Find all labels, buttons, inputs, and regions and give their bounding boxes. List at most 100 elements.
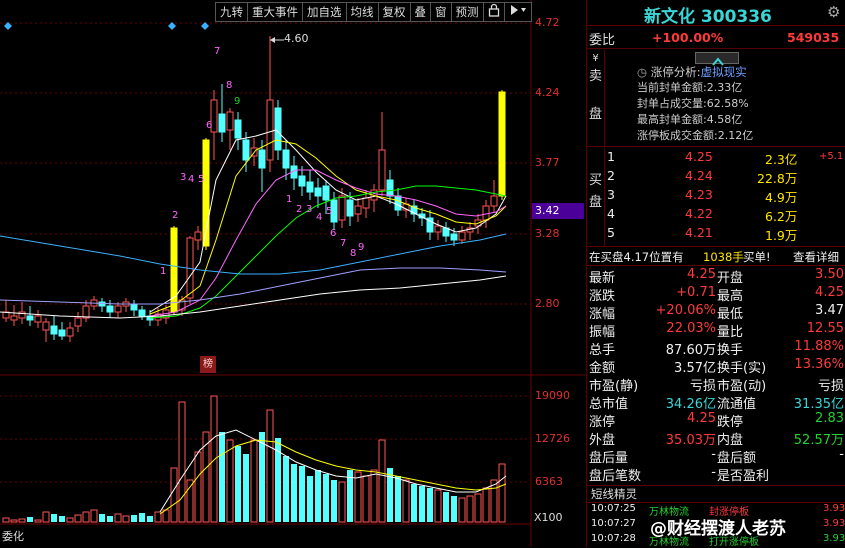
volume-bar — [42, 511, 50, 523]
buy-row-3[interactable]: 3 4.23 4.9万 — [607, 186, 845, 205]
volume-tick-1: 19090 — [535, 389, 570, 402]
candle-body — [274, 107, 282, 151]
volume-bar — [107, 516, 113, 522]
candle-body — [354, 205, 362, 215]
chart-toolbar: 九转 重大事件 加自选 均线 复权 叠 窗 预测 — [215, 2, 532, 22]
stat-label: 跌停 — [717, 415, 744, 430]
stat-row: 涨停 4.25 跌停 2.83 — [587, 411, 845, 430]
buy-side: 买 盘 1 4.25 2.3亿 +5.1 2 4.24 22.8万 3 4.23… — [587, 148, 845, 247]
stat-value: 亏损 — [817, 379, 844, 394]
volume-bar — [427, 488, 433, 522]
price-tick-3: 3.77 — [535, 156, 560, 169]
candle-body — [74, 317, 82, 327]
volume-bar — [331, 480, 337, 522]
buy-row-5[interactable]: 5 4.21 1.9万 — [607, 224, 845, 243]
buy-label-1: 买 — [588, 173, 602, 188]
volume-tick-2: 12726 — [535, 432, 570, 445]
volume-bar — [338, 481, 346, 523]
play-icon[interactable] — [505, 3, 531, 21]
stat-value: - — [711, 447, 716, 462]
toolbar-nine-turn[interactable]: 九转 — [216, 3, 248, 21]
event-diamond-icon — [168, 22, 176, 30]
sell-side-label: ¥ 卖 盘 — [587, 50, 605, 147]
collapse-arrow-icon[interactable] — [695, 52, 739, 66]
buy-row-1[interactable]: 1 4.25 2.3亿 +5.1 — [607, 148, 845, 167]
limit-info-line-4: 涨停板成交金额:2.12亿 — [637, 129, 754, 142]
kline-chart-area[interactable]: 123456789123456789 九转 重大事件 加自选 均线 复权 叠 窗… — [0, 0, 585, 547]
candle-body — [242, 139, 250, 161]
toolbar-major-events[interactable]: 重大事件 — [248, 3, 303, 21]
volume-bar — [250, 439, 258, 523]
sell-side: ¥ 卖 盘 ◷ 涨停分析:虚拟现实 当前封单金额:2.33亿 封单占成交量:62… — [587, 50, 845, 147]
candle-body — [114, 305, 122, 313]
kline-chart-svg[interactable]: 123 4 5678912 3456789 — [0, 0, 585, 547]
volume-bar — [434, 489, 442, 523]
volume-bar — [490, 479, 498, 523]
stat-row: 涨幅 +20.06% 最低 3.47 — [587, 303, 845, 322]
short-line-header[interactable]: 短线精灵 — [587, 485, 845, 503]
volume-bar — [354, 471, 362, 523]
toolbar-overlay[interactable]: 叠 — [411, 3, 431, 21]
volume-tick-3: 6363 — [535, 475, 563, 488]
title-row: 新文化 300336 ⚙ — [587, 0, 845, 27]
stock-title: 新文化 300336 — [644, 7, 772, 27]
stat-row: 盘后量 - 盘后额 - — [587, 447, 845, 466]
gear-icon[interactable]: ⚙ — [827, 4, 843, 20]
volume-bar — [219, 432, 225, 522]
toolbar-moving-average[interactable]: 均线 — [347, 3, 379, 21]
peak-arrow-icon — [270, 37, 275, 43]
queue-detail-link[interactable]: 查看详细 — [793, 249, 839, 265]
ranking-tag[interactable]: 榜 — [200, 356, 216, 373]
stat-value: 22.03% — [666, 321, 716, 336]
stat-value: 4.25 — [815, 285, 844, 300]
volume-bar — [362, 475, 370, 523]
peak-price-label: 4.60 — [284, 32, 309, 45]
candle-body — [498, 91, 506, 197]
stat-row: 盘后笔数 - 是否盈利 — [587, 465, 845, 484]
sell-label-2: 盘 — [588, 107, 602, 122]
candle-body — [450, 233, 458, 241]
toolbar-adjust[interactable]: 复权 — [379, 3, 411, 21]
price-tick-2: 4.24 — [535, 86, 560, 99]
volume-bar — [139, 513, 145, 522]
stat-value: +20.06% — [655, 303, 716, 318]
stat-value: 12.55 — [806, 321, 844, 336]
stat-row: 涨跌 +0.71 最高 4.25 — [587, 285, 845, 304]
weibo-watermark: @财经摆渡人老苏 — [650, 519, 786, 539]
sell-label-1: 卖 — [588, 69, 602, 84]
stat-label: 市盈(静) — [589, 379, 639, 394]
limit-up-concept[interactable]: 虚拟现实 — [701, 65, 747, 79]
stat-label: 外盘 — [589, 433, 616, 448]
queue-action: 买单! — [743, 250, 771, 264]
toolbar-forecast[interactable]: 预测 — [452, 3, 484, 21]
quote-panel: 新文化 300336 ⚙ 委比 +100.00% 549035 ¥ 卖 盘 ◷ … — [586, 0, 845, 548]
volume-bar — [34, 519, 42, 523]
candle-body — [130, 303, 138, 311]
stat-value: 亏损 — [689, 379, 716, 394]
candle-body — [98, 301, 106, 307]
stat-row: 总市值 34.26亿 流通值 31.35亿 — [587, 393, 845, 412]
stat-label: 总手 — [589, 343, 616, 358]
limit-info-line-3: 最高封单金额:4.58亿 — [637, 113, 743, 126]
stat-value: +0.71 — [676, 285, 716, 300]
buy-row-2[interactable]: 2 4.24 22.8万 — [607, 167, 845, 186]
volume-bar — [266, 409, 274, 523]
candle-body — [138, 309, 146, 317]
stat-value: 31.35亿 — [793, 397, 844, 412]
stat-label: 盘后量 — [589, 451, 629, 466]
candle-body — [218, 113, 226, 133]
lock-icon[interactable] — [484, 3, 505, 21]
volume-bar — [498, 463, 506, 523]
toolbar-window[interactable]: 窗 — [431, 3, 452, 21]
stat-value: 11.88% — [794, 339, 844, 354]
limit-up-analysis: ◷ 涨停分析:虚拟现实 当前封单金额:2.33亿 封单占成交量:62.58% 最… — [637, 64, 753, 144]
toolbar-add-watchlist[interactable]: 加自选 — [303, 3, 347, 21]
clock-icon: ◷ — [637, 65, 648, 79]
nine-turn-down-count: 7 — [340, 238, 346, 249]
stat-row: 市盈(静) 亏损 市盈(动) 亏损 — [587, 375, 845, 394]
stat-label: 总市值 — [589, 397, 629, 412]
buy-row-4[interactable]: 4 4.22 6.2万 — [607, 205, 845, 224]
moving-average-line — [0, 267, 507, 305]
stat-value: 3.47 — [815, 303, 844, 318]
volume-bar — [122, 515, 130, 523]
